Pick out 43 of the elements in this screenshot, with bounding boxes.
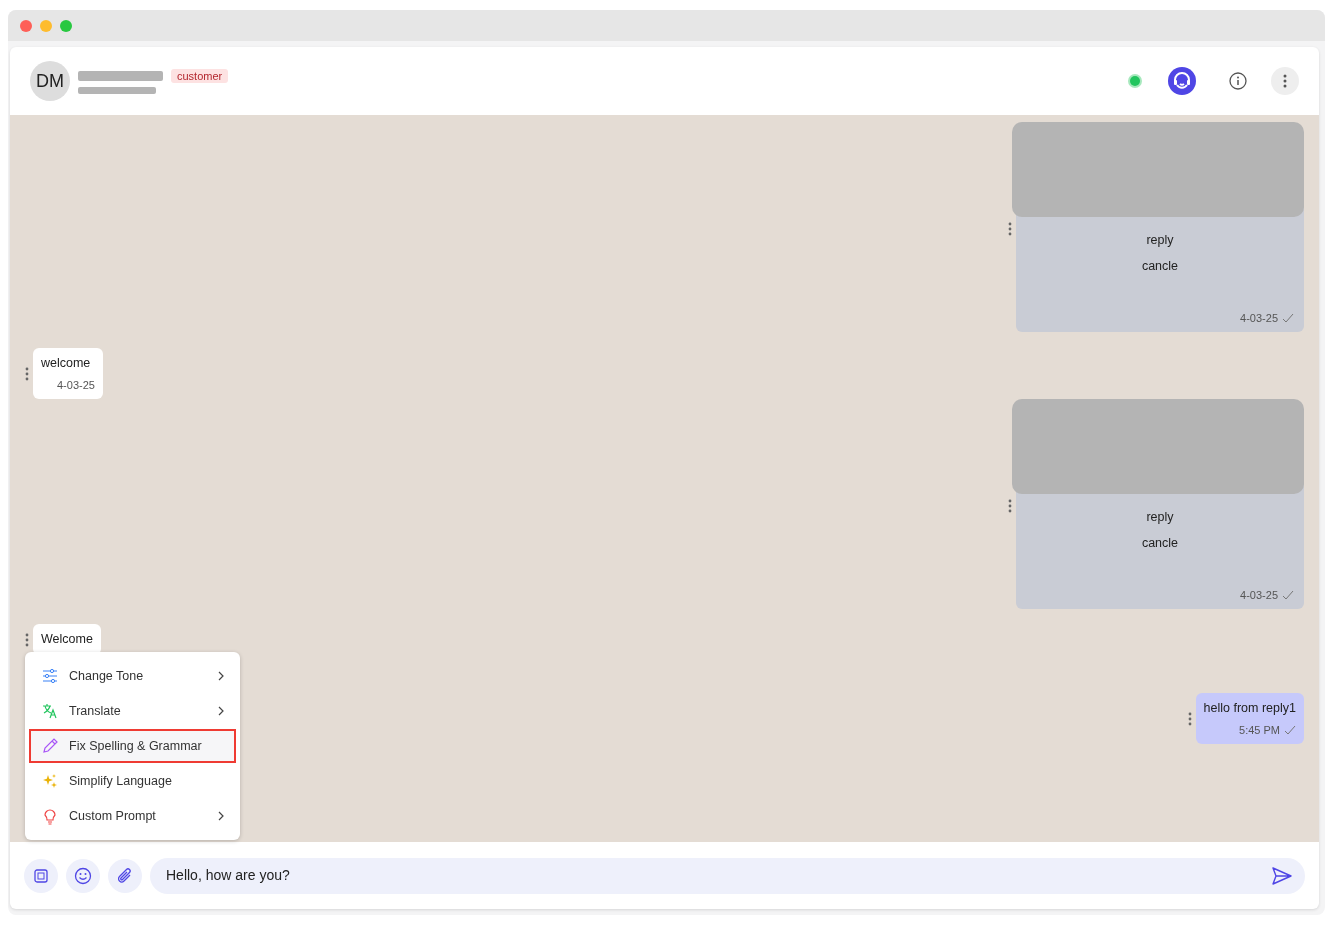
menu-item[interactable]: Simplify Language — [29, 764, 236, 798]
sent-tick-icon — [1282, 590, 1294, 600]
message-options-icon[interactable] — [25, 366, 29, 381]
pencil-icon — [41, 738, 59, 754]
message-options-icon[interactable] — [1008, 499, 1012, 514]
send-button[interactable] — [1271, 865, 1293, 886]
message-options-icon[interactable] — [25, 632, 29, 647]
template-button[interactable]: cancle — [1135, 530, 1185, 557]
sliders-icon — [41, 669, 59, 683]
lightbulb-icon — [41, 807, 59, 825]
paperclip-icon — [116, 866, 134, 885]
more-options-icon — [1283, 74, 1287, 88]
message-time: 5:45 PM — [1239, 722, 1280, 738]
template-button[interactable]: reply — [1140, 504, 1180, 531]
message-text: welcome — [41, 355, 92, 372]
smiley-icon — [74, 866, 92, 885]
sent-tick-icon — [1284, 725, 1296, 735]
info-icon[interactable] — [1229, 72, 1247, 90]
template-button[interactable]: cancle — [1135, 253, 1185, 279]
chip-button[interactable] — [24, 858, 58, 893]
menu-item[interactable]: Custom Prompt — [29, 799, 236, 833]
message-text: hello from reply1 — [1203, 700, 1296, 717]
customer-tag: customer — [171, 68, 229, 83]
message-input[interactable]: Hello, how are you? — [164, 864, 1271, 887]
composer-field[interactable]: Hello, how are you? — [150, 857, 1305, 894]
menu-item[interactable]: Translate — [29, 694, 236, 728]
message-time: 4-03-25 — [57, 377, 95, 393]
message-time: 4-03-25 — [1240, 587, 1278, 603]
chip-icon — [33, 867, 49, 884]
translate-icon — [41, 703, 59, 719]
avatar: DM — [30, 61, 70, 101]
close-light[interactable] — [20, 19, 32, 32]
menu-item[interactable]: Fix Spelling & Grammar — [29, 729, 236, 763]
template-button[interactable]: reply — [1140, 227, 1180, 253]
attach-button[interactable] — [108, 858, 142, 893]
sent-tick-icon — [1282, 312, 1294, 323]
support-agent-icon[interactable] — [1167, 66, 1197, 96]
menu-item[interactable]: Change Tone — [29, 659, 236, 693]
message-options-icon[interactable] — [1008, 222, 1012, 236]
message-time: 4-03-25 — [1240, 310, 1278, 326]
emoji-button[interactable] — [66, 858, 100, 893]
message-text: Welcome — [41, 631, 93, 649]
message-options-icon[interactable] — [1187, 711, 1192, 726]
